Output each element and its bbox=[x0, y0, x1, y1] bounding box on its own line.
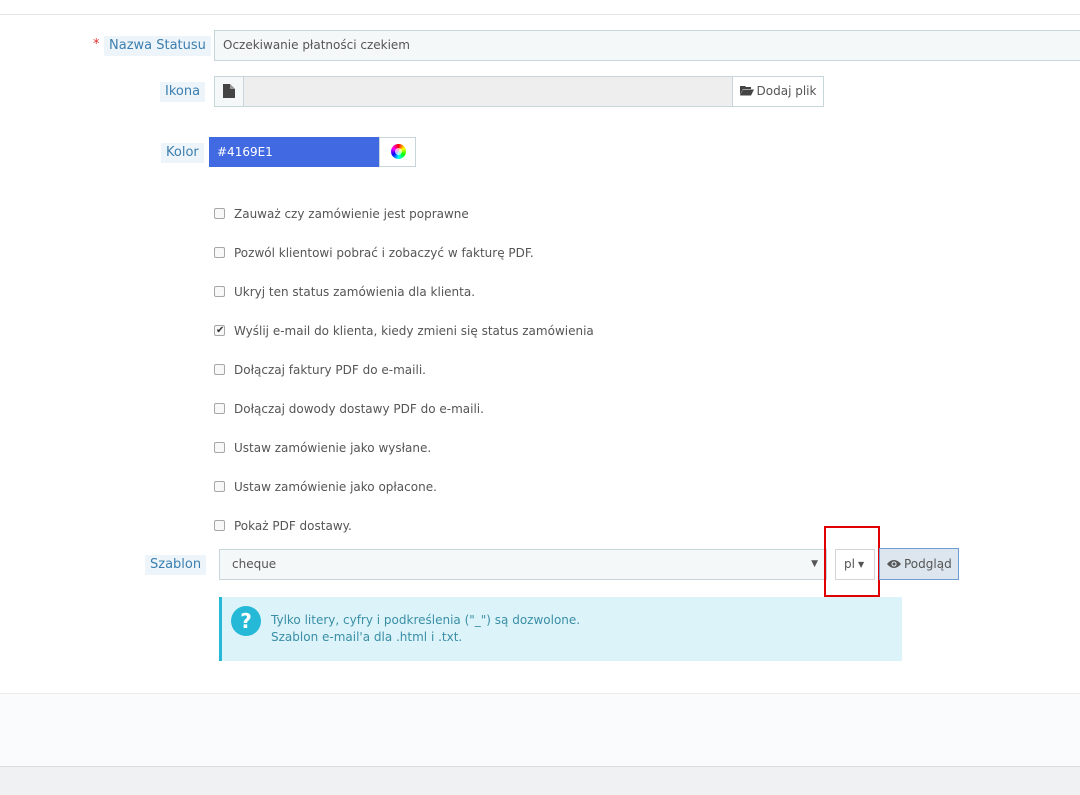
add-file-label: Dodaj plik bbox=[756, 84, 817, 98]
option-label: Wyślij e-mail do klienta, kiedy zmieni s… bbox=[234, 324, 594, 338]
color-value-input[interactable]: #4169E1 bbox=[209, 137, 380, 167]
option-label: Ustaw zamówienie jako opłacone. bbox=[234, 480, 437, 494]
option-label: Dołączaj dowody dostawy PDF do e-maili. bbox=[234, 402, 484, 416]
question-circle-icon: ? bbox=[231, 606, 261, 636]
highlight-annotation bbox=[824, 526, 880, 597]
color-wheel-icon bbox=[391, 144, 406, 159]
preview-label: Podgląd bbox=[904, 557, 952, 571]
option-checkbox[interactable] bbox=[214, 520, 225, 531]
template-select[interactable]: cheque ▼ bbox=[219, 549, 827, 580]
eye-icon bbox=[887, 560, 901, 568]
file-icon bbox=[223, 84, 235, 98]
option-label: Zauważ czy zamówienie jest poprawne bbox=[234, 207, 469, 221]
caret-down-icon: ▼ bbox=[811, 559, 818, 569]
status-name-label: Nazwa Statusu bbox=[104, 36, 211, 56]
bottom-band bbox=[0, 766, 1080, 795]
option-checkbox[interactable] bbox=[214, 247, 225, 258]
color-label: Kolor bbox=[161, 143, 204, 163]
option-label: Pokaż PDF dostawy. bbox=[234, 519, 352, 533]
option-checkbox[interactable] bbox=[214, 481, 225, 492]
option-checkbox[interactable] bbox=[214, 286, 225, 297]
required-marker: * bbox=[93, 37, 100, 52]
top-divider bbox=[0, 14, 1080, 15]
option-checkbox[interactable] bbox=[214, 442, 225, 453]
status-name-input[interactable]: Oczekiwanie płatności czekiem bbox=[214, 30, 1080, 61]
option-label: Dołączaj faktury PDF do e-maili. bbox=[234, 363, 426, 377]
color-picker-button[interactable] bbox=[379, 137, 416, 167]
option-label: Ukryj ten status zamówienia dla klienta. bbox=[234, 285, 476, 299]
info-alert: ? Tylko litery, cyfry i podkreślenia ("_… bbox=[219, 597, 902, 661]
template-label: Szablon bbox=[145, 555, 207, 575]
option-label: Ustaw zamówienie jako wysłane. bbox=[234, 441, 432, 455]
file-icon-box bbox=[214, 76, 244, 107]
info-line-2: Szablon e-mail'a dla .html i .txt. bbox=[271, 630, 463, 644]
option-label: Pozwól klientowi pobrać i zobaczyć w fak… bbox=[234, 246, 534, 260]
preview-button[interactable]: Podgląd bbox=[879, 548, 959, 580]
add-file-button[interactable]: Dodaj plik bbox=[732, 76, 824, 107]
option-checkbox[interactable] bbox=[214, 364, 225, 375]
option-checkbox[interactable] bbox=[214, 208, 225, 219]
panel-footer bbox=[0, 694, 1080, 767]
option-checkbox[interactable] bbox=[214, 403, 225, 414]
file-path-display[interactable] bbox=[243, 76, 733, 107]
folder-open-icon bbox=[739, 86, 754, 96]
option-checkbox[interactable] bbox=[214, 322, 225, 340]
icon-file-group: Dodaj plik bbox=[214, 76, 824, 107]
info-line-1: Tylko litery, cyfry i podkreślenia ("_")… bbox=[271, 613, 581, 627]
template-value: cheque bbox=[232, 557, 277, 571]
icon-label: Ikona bbox=[160, 82, 206, 102]
